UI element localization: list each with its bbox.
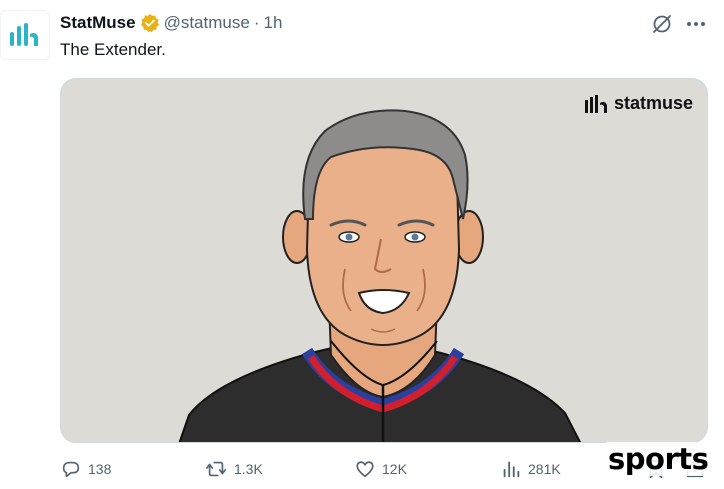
separator-dot: · [253,13,260,32]
repost-count: 1.3K [234,461,263,477]
watermark-text: statmuse [613,93,693,113]
avatar[interactable] [0,10,50,60]
reply-button[interactable]: 138 [60,458,111,480]
views-count: 281K [528,461,561,477]
verified-badge-icon [140,13,160,33]
statmuse-watermark: statmuse [584,93,693,114]
statmuse-watermark-icon [584,94,607,113]
repost-icon [206,461,226,477]
statmuse-logo-icon [10,23,38,46]
reply-count: 138 [88,461,112,477]
more-icon[interactable] [684,12,708,36]
like-count: 12K [382,461,407,477]
reply-icon [62,461,80,478]
tweet[interactable]: StatMuse @statmuse · 1h The Extender. st… [0,0,724,489]
views-icon [503,461,520,478]
post-text: The Extender. [60,40,166,59]
post-image[interactable]: statmuse [60,78,708,443]
heart-icon [356,461,374,478]
player-cartoon-illustration [178,109,582,442]
like-button[interactable]: 12K [354,458,407,480]
repost-button[interactable]: 1.3K [204,458,263,480]
author-name[interactable]: StatMuse [60,13,136,33]
sports-logo-overlay: sports [606,442,711,476]
views-button[interactable]: 281K [500,458,561,480]
grok-icon[interactable] [650,12,674,36]
post-header: StatMuse @statmuse · 1h [60,12,282,34]
post-time[interactable]: 1h [263,13,282,33]
author-handle[interactable]: @statmuse [164,13,250,33]
